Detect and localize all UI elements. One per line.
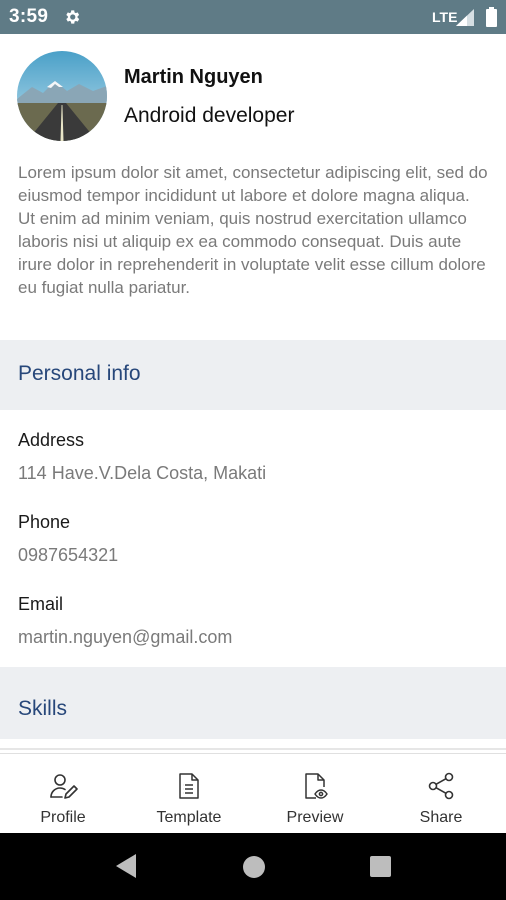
network-type: LTE (432, 9, 458, 25)
preview-icon (305, 773, 328, 799)
nav-template[interactable]: Template (126, 754, 252, 834)
email-label: Email (18, 594, 64, 614)
phone-label: Phone (18, 512, 71, 532)
nav-share[interactable]: Share (378, 754, 504, 834)
nav-share-label: Share (419, 809, 463, 826)
system-navigation-bar (0, 833, 506, 900)
avatar-road-image (17, 51, 107, 141)
personal-info-header: Personal info (0, 340, 506, 410)
gear-icon (66, 10, 80, 24)
profile-bio: Lorem ipsum dolor sit amet, consectetur … (18, 163, 488, 297)
avatar[interactable] (17, 51, 107, 141)
personal-info-title: Personal info (18, 362, 141, 385)
status-time: 3:59 (9, 6, 49, 27)
back-icon[interactable] (116, 854, 136, 878)
share-icon (428, 772, 454, 800)
battery-icon (486, 7, 497, 27)
profile-role: Android developer (124, 104, 295, 127)
status-bar: 3:59 LTE (0, 0, 506, 34)
skills-header: Skills (0, 667, 506, 739)
address-value: 114 Have.V.Dela Costa, Makati (18, 463, 267, 483)
nav-profile-label: Profile (40, 809, 86, 826)
signal-icon (456, 9, 474, 26)
skills-title: Skills (18, 697, 68, 720)
email-value: martin.nguyen@gmail.com (18, 627, 233, 647)
profile-icon (50, 774, 78, 799)
nav-profile[interactable]: Profile (0, 754, 126, 834)
template-icon (179, 773, 199, 799)
nav-template-label: Template (156, 809, 222, 826)
divider (0, 748, 506, 750)
nav-preview[interactable]: Preview (252, 754, 378, 834)
home-icon[interactable] (243, 856, 265, 878)
phone-value: 0987654321 (18, 545, 119, 565)
bottom-navigation: Profile Template Preview Share (0, 753, 506, 833)
profile-name: Martin Nguyen (124, 66, 263, 88)
recent-apps-icon[interactable] (370, 856, 391, 877)
nav-preview-label: Preview (286, 809, 344, 826)
address-label: Address (18, 430, 85, 450)
